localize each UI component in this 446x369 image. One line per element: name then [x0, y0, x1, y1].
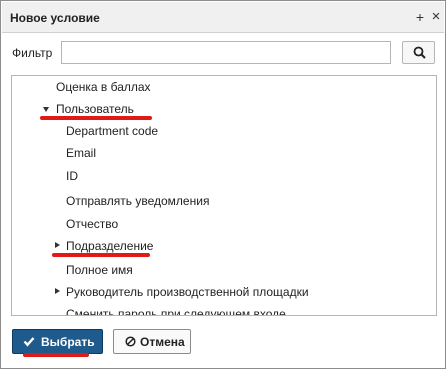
- caret-right-icon[interactable]: [55, 288, 60, 294]
- dialog-title: Новое условие: [10, 11, 100, 25]
- highlight-underline: [52, 253, 150, 257]
- add-icon[interactable]: +: [412, 8, 428, 26]
- dialog-titlebar: Новое условие + ×: [2, 2, 444, 33]
- caret-down-icon[interactable]: [43, 107, 49, 112]
- ban-icon: [125, 336, 136, 347]
- tree-item[interactable]: Оценка в баллах: [12, 78, 436, 96]
- select-button-label: Выбрать: [41, 335, 95, 349]
- tree-item-label: ID: [66, 169, 78, 183]
- field-tree[interactable]: Оценка в баллах Пользователь Department …: [11, 75, 437, 316]
- highlight-underline: [23, 353, 89, 357]
- close-icon[interactable]: ×: [428, 8, 444, 26]
- tree-item[interactable]: Email: [12, 144, 436, 162]
- tree-item-site-manager[interactable]: Руководитель производственной площадки: [12, 283, 436, 301]
- new-condition-dialog: Новое условие + × Фильтр Оценка в баллах…: [0, 0, 446, 369]
- checkmark-icon: [23, 337, 35, 347]
- tree-item-label: Полное имя: [66, 263, 133, 277]
- filter-label: Фильтр: [12, 46, 53, 60]
- highlight-underline: [40, 116, 152, 120]
- tree-item-label: Department code: [66, 124, 159, 138]
- tree-item-label: Сменить пароль при следующем входе: [66, 307, 286, 316]
- tree-item[interactable]: Department code: [12, 122, 436, 140]
- search-icon: [413, 46, 426, 59]
- tree-item[interactable]: ID: [12, 167, 436, 185]
- tree-item[interactable]: Сменить пароль при следующем входе: [12, 305, 436, 316]
- tree-item-label: Оценка в баллах: [56, 80, 151, 94]
- tree-item[interactable]: Отчество: [12, 215, 436, 233]
- select-button[interactable]: Выбрать: [12, 329, 103, 354]
- tree-item-label: Отправлять уведомления: [66, 194, 210, 208]
- tree-item-label: Руководитель производственной площадки: [66, 285, 309, 299]
- search-button[interactable]: [402, 41, 435, 64]
- tree-item[interactable]: Полное имя: [12, 261, 436, 279]
- tree-item[interactable]: Отправлять уведомления: [12, 192, 436, 210]
- cancel-button-label: Отмена: [140, 335, 185, 349]
- caret-right-icon[interactable]: [55, 242, 60, 248]
- tree-item-label: Email: [66, 146, 97, 160]
- tree-item-label: Отчество: [66, 217, 119, 231]
- filter-input[interactable]: [61, 41, 391, 64]
- cancel-button[interactable]: Отмена: [113, 329, 191, 354]
